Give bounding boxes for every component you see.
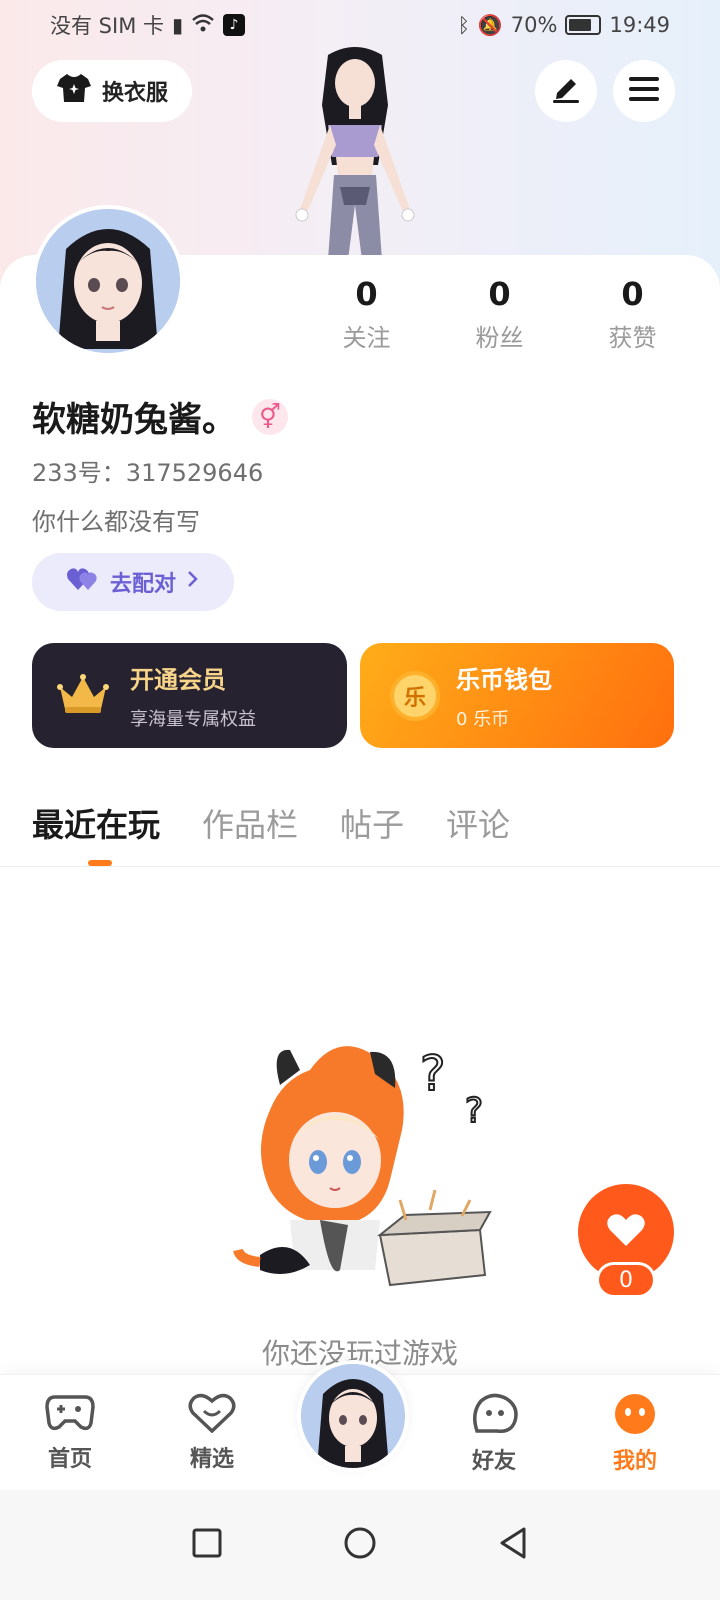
- battery-icon: [565, 15, 602, 35]
- tab-works[interactable]: 作品栏: [202, 800, 298, 846]
- user-id[interactable]: 233号：317529646: [32, 453, 263, 488]
- bluetooth-icon: ᛒ: [457, 13, 470, 37]
- gamepad-icon: [45, 1395, 95, 1437]
- home-circle-icon[interactable]: [343, 1526, 377, 1564]
- hamburger-icon: [629, 76, 659, 106]
- wallet-title: 乐币钱包: [456, 666, 552, 694]
- chevron-right-icon: [186, 569, 200, 595]
- crown-icon: [56, 673, 110, 719]
- profile-tabs: 最近在玩 作品栏 帖子 评论: [32, 800, 510, 866]
- nav-avatar-button[interactable]: [297, 1360, 409, 1472]
- avatar-3d-figure[interactable]: [270, 45, 440, 260]
- empty-state-illustration: ? ?: [230, 1030, 510, 1295]
- change-outfit-button[interactable]: 换衣服: [32, 60, 192, 122]
- coin-icon: 乐: [390, 670, 440, 721]
- system-navigation-bar: [0, 1490, 720, 1600]
- carrier-text: 没有 SIM 卡: [50, 14, 164, 38]
- go-pair-label: 去配对: [109, 572, 176, 597]
- menu-button[interactable]: [613, 60, 675, 122]
- friend-face-icon: [469, 1393, 519, 1439]
- recent-apps-icon[interactable]: [191, 1527, 223, 1563]
- go-pair-button[interactable]: 去配对: [32, 553, 234, 611]
- avatar-image: [36, 209, 180, 353]
- stat-followers[interactable]: 0 粉丝: [433, 272, 566, 353]
- nav-label: 精选: [189, 1447, 234, 1472]
- heart-chat-icon: [187, 1393, 237, 1437]
- stat-value: 0: [621, 275, 644, 313]
- nav-featured[interactable]: 精选: [162, 1393, 262, 1473]
- wifi-icon: [191, 13, 215, 38]
- edit-profile-button[interactable]: [535, 60, 597, 122]
- mute-bell-icon: 🔕: [477, 13, 503, 37]
- tab-comments[interactable]: 评论: [446, 800, 510, 846]
- profile-stats: 0 关注 0 粉丝 0 获赞: [300, 272, 720, 353]
- change-outfit-label: 换衣服: [101, 81, 168, 106]
- heart-icon: [606, 1212, 646, 1252]
- stat-label: 粉丝: [475, 324, 524, 352]
- status-bar: 没有 SIM 卡 ▮ ♪ ᛒ 🔕 70% 19:49: [0, 0, 720, 50]
- like-count: 0: [596, 1262, 656, 1298]
- battery-percent: 70%: [510, 13, 558, 37]
- user-bio[interactable]: 你什么都没有写: [32, 502, 200, 537]
- nav-avatar-image: [301, 1364, 405, 1468]
- clock: 19:49: [609, 13, 670, 37]
- wallet-balance: 0 乐币: [456, 709, 510, 730]
- profile-avatar[interactable]: [32, 205, 184, 357]
- vip-subtitle: 享海量专属权益: [130, 709, 256, 730]
- coin-wallet-card[interactable]: 乐 乐币钱包 0 乐币: [360, 643, 674, 748]
- username-row: 软糖奶兔酱。 ⚥: [32, 392, 288, 441]
- stat-following[interactable]: 0 关注: [300, 272, 433, 353]
- tab-posts[interactable]: 帖子: [340, 800, 404, 846]
- stat-likes[interactable]: 0 获赞: [566, 272, 699, 353]
- stat-value: 0: [488, 275, 511, 313]
- sim-alert-icon: ▮: [172, 13, 184, 37]
- vip-membership-card[interactable]: 开通会员 享海量专属权益: [32, 643, 347, 748]
- nav-label: 好友: [471, 1449, 516, 1474]
- nav-friends[interactable]: 好友: [444, 1393, 544, 1475]
- stat-label: 获赞: [608, 324, 657, 352]
- tshirt-icon: [56, 72, 92, 110]
- svg-text:?: ?: [420, 1046, 445, 1102]
- pen-icon: [551, 75, 581, 107]
- gender-female-icon: ⚥: [252, 398, 288, 435]
- tab-recently-played[interactable]: 最近在玩: [32, 800, 160, 846]
- double-heart-icon: [66, 566, 100, 598]
- divider: [0, 866, 720, 867]
- nav-home[interactable]: 首页: [20, 1393, 120, 1473]
- stat-label: 关注: [342, 324, 391, 352]
- tiktok-icon: ♪: [223, 14, 246, 36]
- nav-label: 我的: [612, 1449, 657, 1474]
- username: 软糖奶兔酱。: [32, 400, 236, 440]
- me-icon: [612, 1394, 658, 1439]
- svg-text:?: ?: [465, 1091, 483, 1131]
- back-triangle-icon[interactable]: [497, 1526, 529, 1564]
- nav-me[interactable]: 我的: [585, 1393, 685, 1475]
- nav-label: 首页: [47, 1447, 92, 1472]
- vip-title: 开通会员: [130, 666, 226, 694]
- stat-value: 0: [355, 275, 378, 313]
